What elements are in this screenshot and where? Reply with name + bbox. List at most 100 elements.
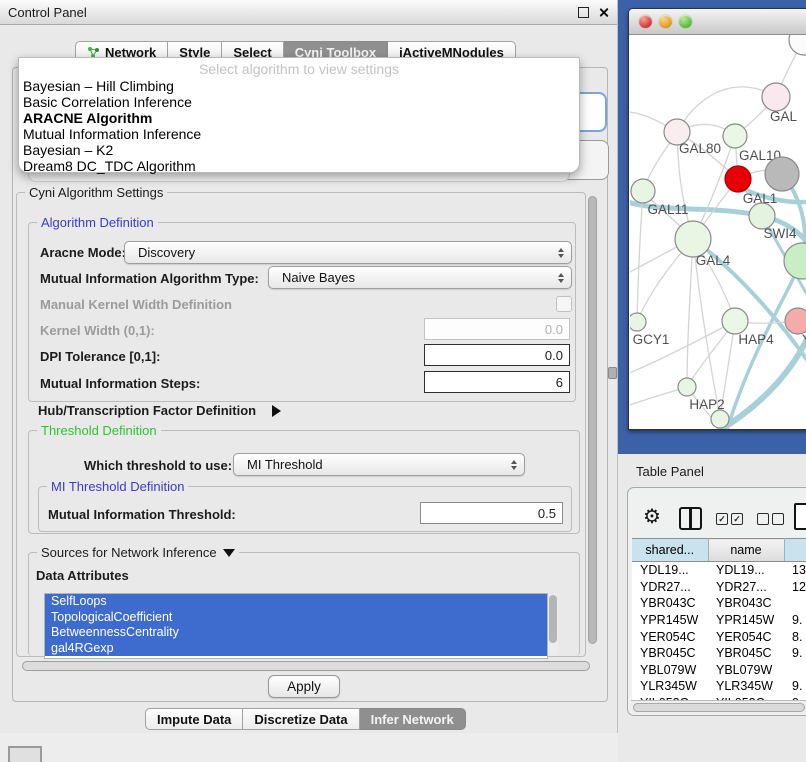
mi-steps-field[interactable]: 6	[424, 371, 570, 393]
settings-horizontal-scrollbar[interactable]	[20, 661, 594, 672]
table-cell[interactable]: YDL19...	[708, 562, 784, 579]
float-window-icon[interactable]	[578, 7, 589, 18]
unchecked-boxes-icon[interactable]	[757, 513, 784, 525]
table-cell[interactable]	[784, 662, 806, 679]
network-node[interactable]	[785, 308, 806, 334]
network-node[interactable]	[723, 124, 747, 148]
table-cell[interactable]: YLR345W	[708, 678, 784, 695]
network-node[interactable]	[678, 378, 696, 396]
table-cell[interactable]: 12	[784, 579, 806, 596]
network-node[interactable]	[765, 157, 799, 191]
columns-icon[interactable]	[679, 507, 702, 530]
table-cell[interactable]: YPR145W	[632, 612, 708, 629]
mi-threshold-field[interactable]: 0.5	[420, 502, 563, 524]
column-header-partial[interactable]	[784, 539, 806, 562]
table-cell[interactable]: 9.	[784, 678, 806, 695]
network-node[interactable]	[630, 313, 646, 331]
dpi-tolerance-field[interactable]: 0.0	[424, 344, 570, 366]
tab-impute-data[interactable]: Impute Data	[145, 708, 243, 730]
minimize-window-button[interactable]	[659, 15, 672, 28]
kernel-width-field[interactable]: 0.0	[424, 318, 570, 340]
algorithm-definition-title: Algorithm Definition	[37, 215, 158, 230]
table-row[interactable]: YDR27...YDR27...12	[632, 579, 806, 596]
attribute-list-item[interactable]: SelfLoops	[45, 594, 547, 610]
table-cell[interactable]: YLR345W	[632, 678, 708, 695]
table-cell[interactable]: YPR145W	[708, 612, 784, 629]
algorithm-option[interactable]: Basic Correlation Inference	[19, 94, 579, 110]
close-window-button[interactable]	[639, 15, 652, 28]
attribute-list-item[interactable]: BetweennessCentrality	[45, 625, 547, 641]
aracne-mode-combo[interactable]: Discovery	[124, 241, 572, 264]
table-cell[interactable]: YER054C	[708, 628, 784, 645]
table-row[interactable]: YDL19...YDL19...13	[632, 562, 806, 579]
zoom-window-button[interactable]	[679, 15, 692, 28]
settings-vertical-scrollbar[interactable]	[586, 194, 598, 656]
table-cell[interactable]: YDR27...	[708, 579, 784, 596]
apply-button[interactable]: Apply	[268, 675, 340, 698]
table-cell[interactable]	[784, 595, 806, 612]
mi-type-combo[interactable]: Naive Bayes	[268, 266, 572, 289]
table-cell[interactable]: 9.	[784, 645, 806, 662]
algorithm-option[interactable]: Dream8 DC_TDC Algorithm	[19, 158, 579, 174]
minimized-widget[interactable]	[8, 746, 42, 762]
table-row[interactable]: YLR345WYLR345W9.	[632, 678, 806, 695]
network-node[interactable]	[711, 410, 729, 428]
algorithm-option[interactable]: Mutual Information Inference	[19, 126, 579, 142]
network-view-window[interactable]: GALGAL80GAL10GAL1GAL11SWI4GAL4GCY1HAP4YH…	[628, 8, 806, 430]
network-node[interactable]	[725, 166, 751, 192]
gear-icon[interactable]: ⚙	[643, 504, 661, 529]
data-attributes-list[interactable]: SelfLoopsTopologicalCoefficientBetweenne…	[44, 593, 548, 659]
node-label: SWI4	[763, 226, 796, 241]
network-node[interactable]	[675, 221, 711, 257]
network-edge	[687, 239, 693, 387]
table-cell[interactable]: YER054C	[632, 628, 708, 645]
tab-discretize-data[interactable]: Discretize Data	[243, 708, 359, 730]
manual-kernel-checkbox[interactable]	[556, 296, 572, 312]
panel-divider-grip[interactable]	[608, 367, 617, 379]
algorithm-option[interactable]: Bayesian – Hill Climbing	[19, 78, 579, 94]
table-cell[interactable]: YBR045C	[632, 645, 708, 662]
table-cell[interactable]: YBR043C	[708, 595, 784, 612]
network-window-titlebar[interactable]	[629, 9, 806, 35]
network-node[interactable]	[784, 243, 806, 279]
table-row[interactable]: YBL079WYBL079W	[632, 662, 806, 679]
control-panel-title: Control Panel	[8, 5, 87, 20]
close-panel-icon[interactable]	[598, 7, 609, 18]
tab-infer-network[interactable]: Infer Network	[360, 708, 466, 730]
table-cell[interactable]: 8.	[784, 628, 806, 645]
algorithm-option[interactable]: Bayesian – K2	[19, 142, 579, 158]
network-canvas[interactable]: GALGAL80GAL10GAL1GAL11SWI4GAL4GCY1HAP4YH…	[630, 35, 806, 429]
network-node[interactable]	[762, 83, 790, 111]
document-icon[interactable]	[794, 503, 806, 530]
table-row[interactable]: YBR043CYBR043C	[632, 595, 806, 612]
table-cell[interactable]: YDR27...	[632, 579, 708, 596]
table-row[interactable]: YPR145WYPR145W9.	[632, 612, 806, 629]
attribute-list-item[interactable]: gal4RGexp	[45, 641, 547, 657]
algorithm-option[interactable]: ARACNE Algorithm	[19, 110, 579, 126]
table-row[interactable]: YER054CYER054C8.	[632, 628, 806, 645]
table-cell[interactable]: 9.	[784, 612, 806, 629]
network-node[interactable]	[722, 308, 748, 334]
node-table[interactable]: shared... name YDL19...YDL19...13YDR27..…	[632, 538, 806, 702]
table-row[interactable]: YBR045CYBR045C9.	[632, 645, 806, 662]
table-cell[interactable]: YBR045C	[708, 645, 784, 662]
expand-right-icon[interactable]	[272, 404, 281, 419]
network-node[interactable]	[631, 179, 655, 203]
algorithm-options-list: Bayesian – Hill ClimbingBasic Correlatio…	[19, 78, 579, 174]
table-cell[interactable]: YBL079W	[708, 662, 784, 679]
network-node[interactable]	[789, 35, 806, 55]
table-cell[interactable]: 13	[784, 562, 806, 579]
table-header-row[interactable]: shared... name	[632, 539, 806, 562]
column-header-name[interactable]: name	[708, 539, 784, 562]
attribute-list-item[interactable]: TopologicalCoefficient	[45, 610, 547, 626]
control-panel-titlebar[interactable]: Control Panel	[0, 0, 617, 25]
sources-group-title-wrap[interactable]: Sources for Network Inference	[37, 545, 239, 560]
table-cell[interactable]: YDL19...	[632, 562, 708, 579]
which-threshold-combo[interactable]: MI Threshold	[233, 453, 525, 476]
table-cell[interactable]: YBR043C	[632, 595, 708, 612]
column-header-shared-name[interactable]: shared...	[632, 539, 708, 562]
attributes-list-scrollbar[interactable]	[548, 594, 558, 656]
checked-boxes-icon[interactable]	[716, 513, 743, 525]
table-cell[interactable]: YBL079W	[632, 662, 708, 679]
table-horizontal-scrollbar[interactable]	[631, 700, 806, 714]
